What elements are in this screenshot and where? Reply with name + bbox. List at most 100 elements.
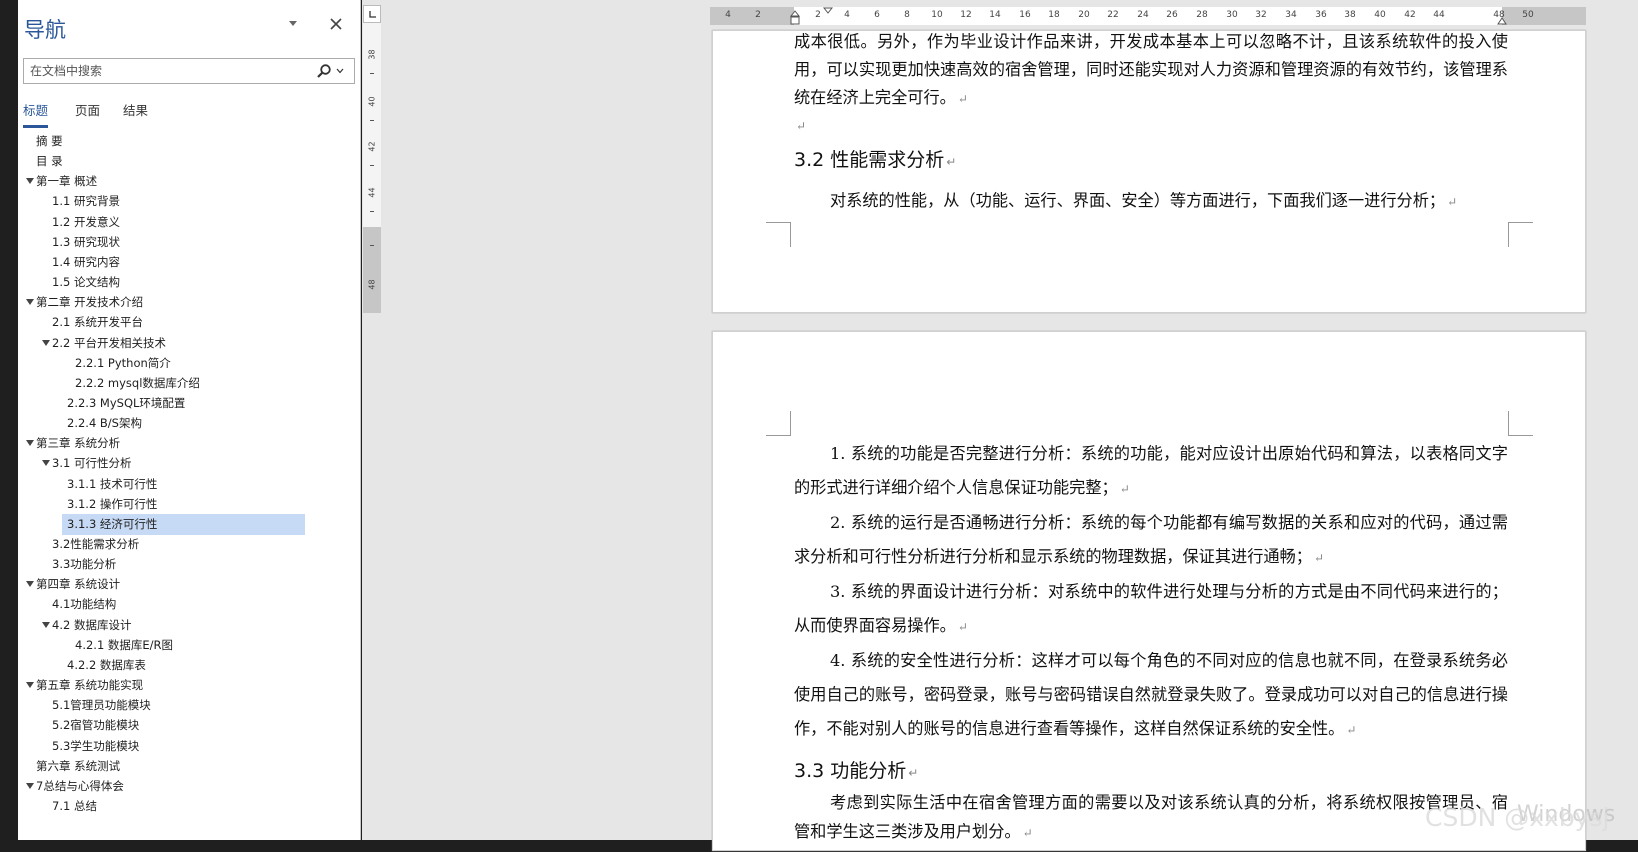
nav-tree-item[interactable]: 2.2 平台开发相关技术 xyxy=(18,333,360,354)
vertical-ruler[interactable]: 38 40 42 44 48 xyxy=(363,5,381,313)
nav-tree-item-label: 4.1功能结构 xyxy=(52,597,117,612)
nav-tree-item-label: 第一章 概述 xyxy=(36,174,98,189)
vruler-tick xyxy=(370,211,374,212)
empty-paragraph[interactable]: ↵ xyxy=(794,111,1508,140)
nav-tree-item[interactable]: 4.2.1 数据库E/R图 xyxy=(18,635,360,656)
nav-tree-item[interactable]: 7总结与心得体会 xyxy=(18,776,360,797)
nav-tree-item[interactable]: 1.2 开发意义 xyxy=(18,212,360,233)
hruler-number: 4 xyxy=(725,10,731,20)
crop-mark xyxy=(766,411,791,436)
nav-tree-item[interactable]: 2.1 系统开发平台 xyxy=(18,312,360,333)
paragraph-mark-icon: ↵ xyxy=(1022,826,1033,840)
tab-pages[interactable]: 页面 xyxy=(75,100,100,125)
nav-tree-item[interactable]: 4.2.2 数据库表 xyxy=(18,655,360,676)
hruler-number: 4 xyxy=(844,10,850,20)
hruler-number: 18 xyxy=(1048,10,1060,20)
paragraph-mark-icon: ↵ xyxy=(1447,195,1458,209)
nav-tree-item[interactable]: 3.1.2 操作可行性 xyxy=(18,494,360,515)
nav-search-box xyxy=(23,58,355,84)
nav-tree-item[interactable]: 3.1.3 经济可行性 xyxy=(18,513,360,535)
tab-stop-icon xyxy=(369,11,376,18)
nav-tree-item-label: 3.1 可行性分析 xyxy=(52,456,132,471)
search-input[interactable] xyxy=(24,59,316,83)
nav-tree-item[interactable]: 2.2.2 mysql数据库介绍 xyxy=(18,373,360,394)
paragraph-mark-icon: ↵ xyxy=(957,620,968,634)
hruler-number: 30 xyxy=(1226,10,1238,20)
nav-tree-item[interactable]: 摘 要 xyxy=(18,131,360,152)
nav-tree-item[interactable]: 1.5 论文结构 xyxy=(18,272,360,293)
list-item[interactable]: 1. 系统的功能是否完整进行分析：系统的功能，能对应设计出原始代码和算法，以表格… xyxy=(794,437,1508,506)
tab-results[interactable]: 结果 xyxy=(123,100,148,125)
nav-tree-item-label: 2.2.4 B/S架构 xyxy=(67,416,142,431)
body-paragraph[interactable]: 对系统的性能，从（功能、运行、界面、安全）等方面进行，下面我们逐一进行分析； ↵ xyxy=(794,187,1508,216)
nav-tree-item[interactable]: 3.3功能分析 xyxy=(18,554,360,575)
nav-tree-item[interactable]: 第六章 系统测试 xyxy=(18,756,360,777)
nav-tree-item[interactable]: 2.2.1 Python简介 xyxy=(18,353,360,374)
tab-headings[interactable]: 标题 xyxy=(23,100,49,128)
nav-tree-item[interactable]: 第五章 系统功能实现 xyxy=(18,675,360,696)
nav-tree-item-label: 7总结与心得体会 xyxy=(36,778,124,793)
csdn-watermark: CSDN @xxbysj xyxy=(1425,803,1610,832)
nav-tree-item[interactable]: 3.1.1 技术可行性 xyxy=(18,474,360,495)
vruler-number: 40 xyxy=(367,96,377,107)
list-item[interactable]: 2. 系统的运行是否通畅进行分析：系统的每个功能都有编写数据的关系和应对的代码，… xyxy=(794,506,1508,575)
vruler-tick xyxy=(370,245,374,246)
search-icon[interactable] xyxy=(316,63,332,79)
body-paragraph[interactable]: 考虑到实际生活中在宿舍管理方面的需要以及对该系统认真的分析，将系统权限按管理员、… xyxy=(794,788,1508,848)
nav-tree-item[interactable]: 4.1功能结构 xyxy=(18,594,360,615)
nav-tree-item[interactable]: 2.2.3 MySQL环境配置 xyxy=(18,393,360,414)
first-line-indent-marker-icon[interactable] xyxy=(823,7,833,17)
body-paragraph[interactable]: 成本很低。另外，作为毕业设计作品来讲，开发成本基本上可以忽略不计，且该系统软件的… xyxy=(794,28,1508,113)
dropdown-icon[interactable] xyxy=(286,16,300,30)
right-indent-marker-icon[interactable] xyxy=(1497,15,1507,25)
nav-tree-item[interactable]: 5.2宿管功能模块 xyxy=(18,715,360,736)
hruler-number: 10 xyxy=(931,10,943,20)
nav-tree-item-label: 1.3 研究现状 xyxy=(52,234,120,249)
nav-tree-item[interactable]: 5.3学生功能模块 xyxy=(18,736,360,757)
paragraph-mark-icon: ↵ xyxy=(946,155,957,169)
nav-tree-item[interactable]: 7.1 总结 xyxy=(18,796,360,817)
nav-tree-item-label: 3.2性能需求分析 xyxy=(52,537,140,551)
nav-tree-item[interactable]: 第二章 开发技术介绍 xyxy=(18,292,360,313)
document-page[interactable]: 成本很低。另外，作为毕业设计作品来讲，开发成本基本上可以忽略不计，且该系统软件的… xyxy=(712,30,1586,313)
nav-tree-item[interactable]: 1.1 研究背景 xyxy=(18,191,360,212)
close-icon[interactable] xyxy=(328,16,344,32)
vruler-number: 42 xyxy=(367,141,377,152)
paragraph-mark-icon: ↵ xyxy=(1346,723,1357,737)
nav-tree-item[interactable]: 5.1管理员功能模块 xyxy=(18,695,360,716)
nav-tree-item[interactable]: 4.2 数据库设计 xyxy=(18,615,360,636)
nav-tree-item[interactable]: 2.2.4 B/S架构 xyxy=(18,413,360,434)
hruler-number: 20 xyxy=(1078,10,1090,20)
list-item[interactable]: 4. 系统的安全性进行分析：这样才可以每个角色的不同对应的信息也就不同，在登录系… xyxy=(794,644,1508,747)
vruler-tick xyxy=(370,120,374,121)
hanging-indent-marker-icon[interactable] xyxy=(790,7,800,25)
hruler-number: 28 xyxy=(1196,10,1208,20)
nav-tree-item[interactable]: 第一章 概述 xyxy=(18,171,360,192)
list-item[interactable]: 3. 系统的界面设计进行分析：对系统中的软件进行处理与分析的方式是由不同代码来进… xyxy=(794,575,1508,644)
horizontal-ruler[interactable]: 4 2 2 4 6 8 10 12 14 16 18 20 22 24 26 28 30 32 34 36 38 40 42… xyxy=(710,7,1586,25)
section-heading[interactable]: 3.2 性能需求分析 ↵ xyxy=(794,145,956,172)
hruler-number: 22 xyxy=(1107,10,1119,20)
nav-title: 导航 xyxy=(24,18,66,42)
nav-tree-item[interactable]: 1.3 研究现状 xyxy=(18,232,360,253)
nav-tree-item-label: 4.2.2 数据库表 xyxy=(67,657,146,672)
document-page[interactable]: 1. 系统的功能是否完整进行分析：系统的功能，能对应设计出原始代码和算法，以表格… xyxy=(712,331,1586,851)
section-heading[interactable]: 3.3 功能分析 ↵ xyxy=(794,756,918,783)
nav-tree-item-label: 2.2.1 Python简介 xyxy=(75,355,171,370)
nav-tree-item[interactable]: 目 录 xyxy=(18,151,360,172)
nav-tree-item-label: 5.2宿管功能模块 xyxy=(52,718,140,733)
nav-tree-item[interactable]: 第四章 系统设计 xyxy=(18,574,360,595)
nav-tree-item[interactable]: 第三章 系统分析 xyxy=(18,433,360,454)
nav-tree-item[interactable]: 3.2性能需求分析 xyxy=(18,534,360,555)
vruler-number: 38 xyxy=(367,49,377,60)
hruler-number: 12 xyxy=(960,10,972,20)
nav-tree-item-label: 1.1 研究背景 xyxy=(52,194,120,209)
tab-selector-button[interactable] xyxy=(363,5,381,23)
hruler-number: 32 xyxy=(1255,10,1267,20)
nav-tree-item[interactable]: 1.4 研究内容 xyxy=(18,252,360,273)
nav-tree-item-label: 3.1.1 技术可行性 xyxy=(67,476,158,491)
crop-mark xyxy=(1508,222,1533,247)
nav-tree-item-label: 目 录 xyxy=(36,154,63,169)
chevron-down-icon[interactable] xyxy=(336,68,344,74)
nav-tree-item[interactable]: 3.1 可行性分析 xyxy=(18,453,360,474)
